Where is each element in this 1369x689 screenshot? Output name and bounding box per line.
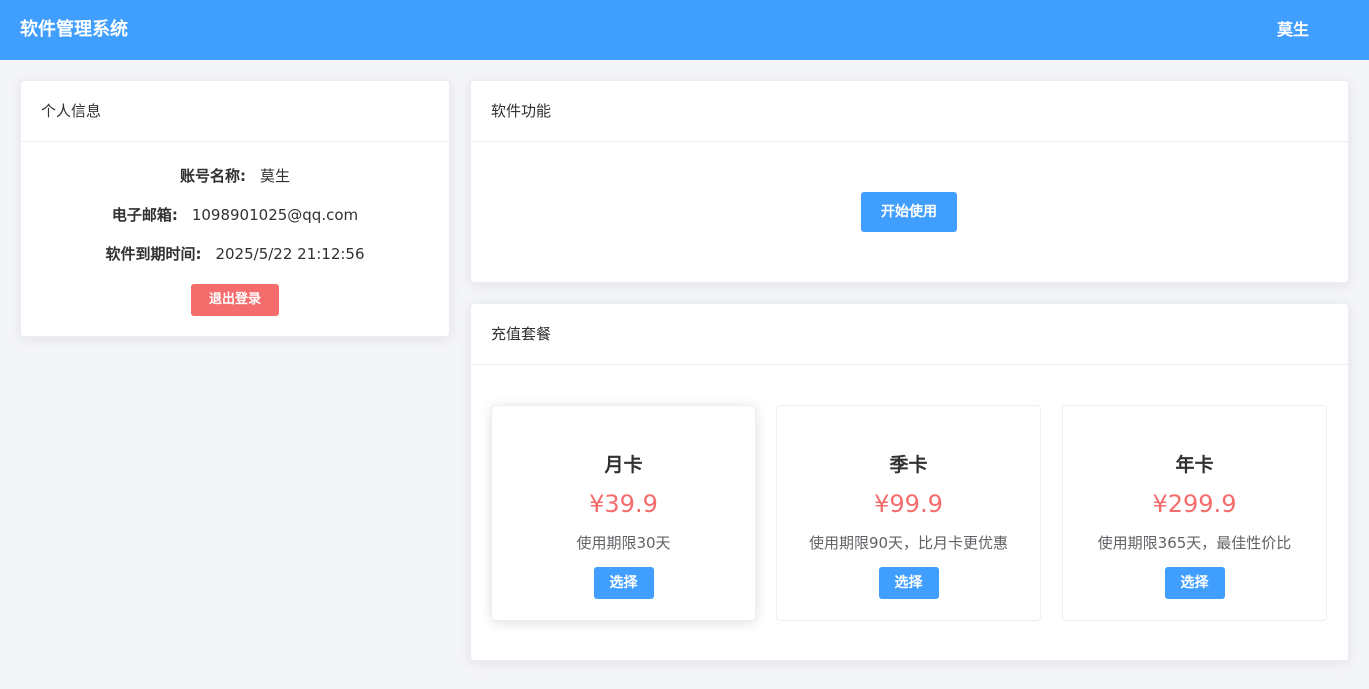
expiry-value: 2025/5/22 21:12:56 [215, 245, 365, 263]
start-use-button[interactable]: 开始使用 [861, 192, 957, 232]
plans-card: 充值套餐 月卡 ¥39.9 使用期限30天 选择 季卡 ¥99.9 使用期限90… [470, 303, 1349, 661]
plan-name: 季卡 [889, 454, 928, 476]
plan-description: 使用期限30天 [576, 534, 671, 552]
plans-card-title: 充值套餐 [471, 304, 1348, 365]
plan-card-yearly[interactable]: 年卡 ¥299.9 使用期限365天，最佳性价比 选择 [1062, 405, 1327, 621]
plan-name: 年卡 [1175, 454, 1214, 476]
app-title: 软件管理系统 [20, 19, 128, 40]
plan-card-monthly[interactable]: 月卡 ¥39.9 使用期限30天 选择 [491, 405, 756, 621]
profile-card: 个人信息 账号名称: 莫生 电子邮箱: 1098901025@qq.com 软件到期… [20, 80, 450, 337]
features-card: 软件功能 开始使用 [470, 80, 1349, 283]
expiry-label: 软件到期时间: [105, 245, 202, 263]
plan-description: 使用期限365天，最佳性价比 [1097, 534, 1292, 552]
email-value: 1098901025@qq.com [191, 206, 359, 224]
plan-price: ¥39.9 [589, 490, 658, 518]
logout-button[interactable]: 退出登录 [191, 284, 279, 316]
plan-description: 使用期限90天，比月卡更优惠 [808, 534, 1009, 552]
select-plan-button[interactable]: 选择 [593, 567, 654, 599]
select-plan-button[interactable]: 选择 [878, 567, 939, 599]
plan-price: ¥299.9 [1152, 490, 1237, 518]
select-plan-button[interactable]: 选择 [1164, 567, 1225, 599]
profile-card-title: 个人信息 [21, 81, 449, 142]
user-name[interactable]: 莫生 [1277, 0, 1309, 60]
plan-name: 月卡 [604, 454, 643, 476]
account-name-row: 账号名称: 莫生 [21, 165, 449, 186]
account-name-value: 莫生 [259, 167, 290, 185]
features-card-title: 软件功能 [471, 81, 1348, 142]
plan-card-quarterly[interactable]: 季卡 ¥99.9 使用期限90天，比月卡更优惠 选择 [776, 405, 1041, 621]
email-label: 电子邮箱: [111, 206, 178, 224]
plan-price: ¥99.9 [874, 490, 943, 518]
email-row: 电子邮箱: 1098901025@qq.com [21, 204, 449, 225]
expiry-row: 软件到期时间: 2025/5/22 21:12:56 [21, 243, 449, 264]
account-name-label: 账号名称: [179, 167, 246, 185]
top-header: 软件管理系统 莫生 [0, 0, 1369, 60]
